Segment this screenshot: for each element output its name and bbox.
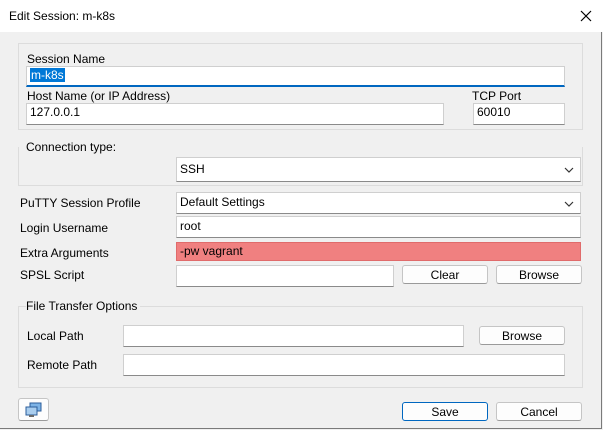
- computer-session-icon: [25, 402, 41, 417]
- save-button-label: Save: [431, 404, 459, 419]
- local-path-label: Local Path: [27, 329, 84, 343]
- local-path-browse-label: Browse: [501, 328, 542, 343]
- close-icon: [580, 10, 592, 22]
- save-button[interactable]: Save: [402, 402, 488, 421]
- session-name-value: m-k8s: [30, 68, 65, 82]
- putty-profile-value: Default Settings: [180, 195, 265, 209]
- chevron-down-icon: [564, 167, 574, 173]
- edit-session-dialog: Edit Session: m-k8s Session Name m-k8s H…: [0, 0, 603, 429]
- session-icon-button[interactable]: [18, 398, 49, 421]
- login-username-input[interactable]: root: [176, 216, 581, 238]
- close-button[interactable]: [572, 5, 600, 27]
- window-title: Edit Session: m-k8s: [9, 9, 116, 23]
- putty-profile-select[interactable]: Default Settings: [176, 192, 581, 214]
- session-name-label: Session Name: [27, 52, 106, 66]
- connection-type-select[interactable]: SSH: [176, 157, 581, 182]
- extra-arguments-label: Extra Arguments: [20, 246, 109, 260]
- connection-type-value: SSH: [180, 162, 205, 176]
- cancel-button[interactable]: Cancel: [496, 402, 582, 421]
- title-bar: Edit Session: m-k8s: [0, 0, 603, 32]
- extra-arguments-input[interactable]: -pw vagrant: [176, 242, 581, 261]
- tcp-port-value: 60010: [477, 105, 511, 119]
- local-path-input[interactable]: [123, 325, 464, 347]
- session-name-input[interactable]: m-k8s: [26, 66, 565, 87]
- chevron-down-icon: [564, 201, 574, 207]
- login-username-value: root: [180, 219, 201, 233]
- tcp-port-input[interactable]: 60010: [473, 103, 565, 125]
- connection-type-label: Connection type:: [26, 140, 120, 154]
- clear-button-label: Clear: [430, 267, 460, 282]
- cancel-button-label: Cancel: [520, 404, 558, 419]
- spsl-script-label: SPSL Script: [20, 268, 85, 282]
- host-name-input[interactable]: 127.0.0.1: [26, 103, 444, 125]
- extra-arguments-value: -pw vagrant: [180, 244, 243, 258]
- login-username-label: Login Username: [20, 221, 109, 235]
- tcp-port-label: TCP Port: [472, 89, 522, 103]
- spsl-browse-button-label: Browse: [518, 267, 559, 282]
- remote-path-label: Remote Path: [27, 358, 98, 372]
- clear-button[interactable]: Clear: [402, 265, 488, 284]
- file-transfer-label: File Transfer Options: [26, 299, 141, 313]
- spsl-script-input[interactable]: [176, 265, 394, 287]
- spsl-browse-button[interactable]: Browse: [496, 265, 582, 284]
- remote-path-input[interactable]: [123, 354, 565, 376]
- local-path-browse-button[interactable]: Browse: [479, 326, 565, 345]
- putty-profile-label: PuTTY Session Profile: [20, 196, 141, 210]
- host-name-label: Host Name (or IP Address): [27, 89, 171, 103]
- host-name-value: 127.0.0.1: [30, 105, 81, 119]
